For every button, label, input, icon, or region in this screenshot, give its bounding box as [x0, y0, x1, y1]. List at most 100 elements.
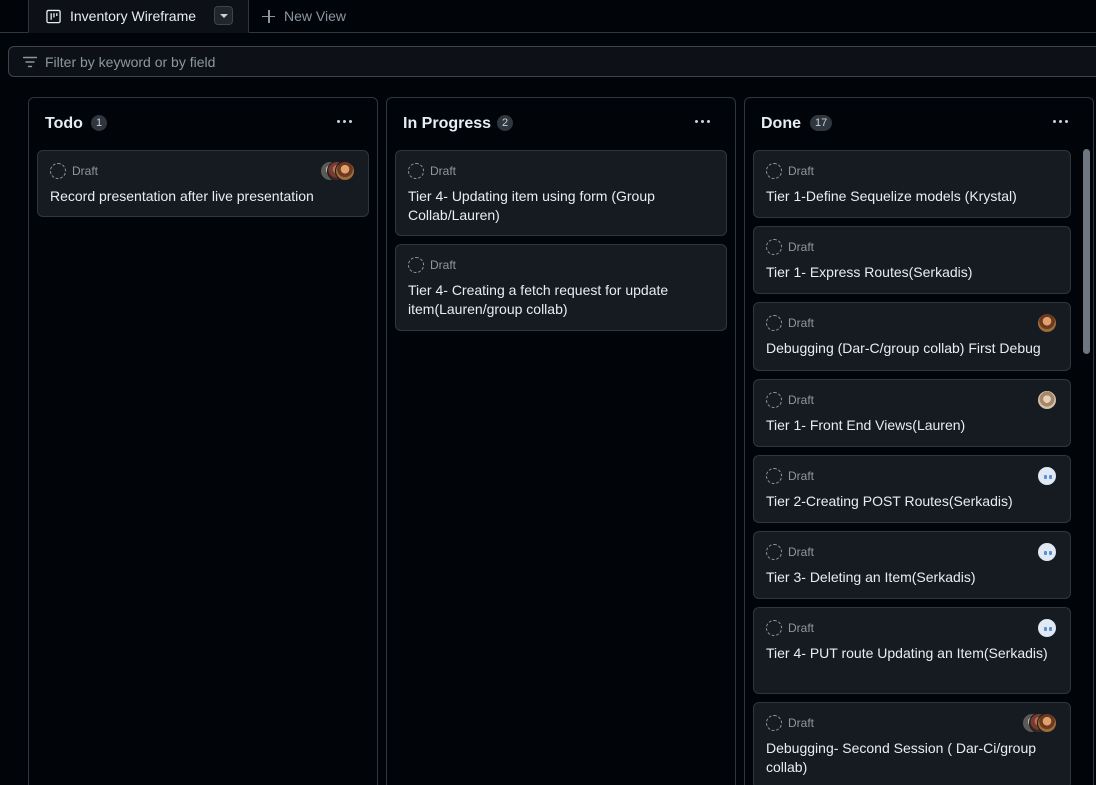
card-item[interactable]: Draft Tier 3- Deleting an Item(Serkadis)	[753, 531, 1071, 599]
identicon-avatar[interactable]	[1037, 618, 1057, 638]
dot	[700, 119, 704, 123]
dot	[1058, 119, 1062, 123]
new-view-label: New View	[284, 8, 346, 24]
draft-status: Draft	[766, 544, 814, 560]
card-title[interactable]: Tier 1- Express Routes(Serkadis)	[766, 263, 1058, 282]
draft-icon	[766, 315, 782, 331]
draft-label: Draft	[788, 716, 815, 730]
draft-icon	[408, 257, 424, 273]
draft-icon	[766, 544, 782, 560]
draft-status: Draft	[50, 163, 98, 179]
column-header: Done 17	[745, 98, 1093, 148]
filter-icon	[23, 56, 37, 68]
card-title[interactable]: Tier 1- Front End Views(Lauren)	[766, 416, 1058, 435]
dot	[342, 119, 346, 123]
card-title[interactable]: Tier 1-Define Sequelize models (Krystal)	[766, 187, 1058, 206]
card-title[interactable]: Debugging (Dar-C/group collab) First Deb…	[766, 339, 1058, 358]
beard-avatar[interactable]	[1037, 313, 1057, 333]
draft-status: Draft	[766, 315, 814, 331]
woman-avatar[interactable]	[1037, 390, 1057, 410]
card-item[interactable]: Draft Tier 1- Express Routes(Serkadis)	[753, 226, 1071, 294]
dot	[694, 119, 698, 123]
column-todo: Todo 1 Draft Record presentation after l…	[28, 97, 378, 785]
draft-status: Draft	[766, 468, 814, 484]
draft-label: Draft	[788, 393, 815, 407]
card-item[interactable]: Draft Tier 1- Front End Views(Lauren)	[753, 379, 1071, 447]
draft-icon	[766, 468, 782, 484]
card-item[interactable]: Draft Tier 1-Define Sequelize models (Kr…	[753, 150, 1071, 218]
draft-label: Draft	[430, 258, 457, 272]
card-title[interactable]: Debugging- Second Session ( Dar-Ci/group…	[766, 739, 1058, 776]
card-title[interactable]: Tier 4- PUT route Updating an Item(Serka…	[766, 644, 1058, 663]
filter-bar	[8, 46, 1096, 77]
beard-avatar[interactable]	[335, 161, 355, 181]
column-header: Todo 1	[29, 98, 377, 148]
column-count-badge: 2	[497, 115, 514, 131]
card-item[interactable]: Draft Tier 2-Creating POST Routes(Serkad…	[753, 455, 1071, 523]
draft-icon	[766, 392, 782, 408]
draft-status: Draft	[408, 257, 456, 273]
beard-avatar[interactable]	[1037, 713, 1057, 733]
tab-inventory-wireframe[interactable]: Inventory Wireframe	[28, 0, 249, 33]
identicon-avatar[interactable]	[1037, 466, 1057, 486]
column-title: Todo	[45, 115, 83, 132]
column-count-badge: 17	[810, 115, 833, 131]
draft-icon	[766, 620, 782, 636]
view-tab-bar: Inventory Wireframe New View	[0, 0, 1096, 33]
draft-icon	[766, 715, 782, 731]
plus-icon	[262, 9, 275, 23]
draft-status: Draft	[766, 715, 814, 731]
tab-label: Inventory Wireframe	[70, 8, 197, 24]
card-item[interactable]: Draft Debugging (Dar-C/group collab) Fir…	[753, 302, 1071, 371]
draft-label: Draft	[788, 621, 815, 635]
view-options-button[interactable]	[214, 6, 233, 25]
draft-label: Draft	[788, 316, 815, 330]
column-more-button[interactable]	[331, 112, 357, 130]
column-more-button[interactable]	[689, 112, 715, 130]
draft-label: Draft	[788, 545, 815, 559]
card-title[interactable]: Record presentation after live presentat…	[50, 187, 356, 206]
draft-icon	[50, 163, 66, 179]
draft-icon	[766, 163, 782, 179]
board-icon	[46, 9, 61, 24]
dot	[706, 119, 710, 123]
column-header: In Progress 2	[387, 98, 735, 148]
chevron-down-icon	[220, 14, 228, 18]
draft-status: Draft	[766, 163, 814, 179]
draft-status: Draft	[766, 392, 814, 408]
column-count-badge: 1	[91, 115, 108, 131]
card-item[interactable]: Draft Tier 4- Updating item using form (…	[395, 150, 727, 236]
scrollbar-thumb[interactable]	[1083, 149, 1090, 354]
column-title: In Progress	[403, 115, 492, 132]
dot	[348, 119, 352, 123]
new-view-button[interactable]: New View	[262, 7, 346, 25]
card-title[interactable]: Tier 2-Creating POST Routes(Serkadis)	[766, 492, 1058, 511]
card-title[interactable]: Tier 3- Deleting an Item(Serkadis)	[766, 568, 1058, 587]
column-scrollbar[interactable]	[1082, 146, 1091, 776]
dot	[1064, 119, 1068, 123]
card-item[interactable]: Draft Record presentation after live pre…	[37, 150, 369, 217]
draft-label: Draft	[72, 164, 99, 178]
dot	[1052, 119, 1056, 123]
draft-icon	[408, 163, 424, 179]
card-title[interactable]: Tier 4- Updating item using form (Group …	[408, 187, 714, 224]
filter-input[interactable]	[45, 51, 645, 73]
draft-label: Draft	[788, 240, 815, 254]
card-item[interactable]: Draft Debugging- Second Session ( Dar-Ci…	[753, 702, 1071, 785]
dot	[336, 119, 340, 123]
identicon-avatar[interactable]	[1037, 542, 1057, 562]
card-title[interactable]: Tier 4- Creating a fetch request for upd…	[408, 281, 714, 318]
card-item[interactable]: Draft Tier 4- PUT route Updating an Item…	[753, 607, 1071, 694]
card-item[interactable]: Draft Tier 4- Creating a fetch request f…	[395, 244, 727, 331]
column-more-button[interactable]	[1047, 112, 1073, 130]
draft-icon	[766, 239, 782, 255]
draft-label: Draft	[788, 469, 815, 483]
draft-label: Draft	[788, 164, 815, 178]
draft-status: Draft	[408, 163, 456, 179]
draft-label: Draft	[430, 164, 457, 178]
column-in-progress: In Progress 2 Draft Tier 4- Updating ite…	[386, 97, 736, 785]
draft-status: Draft	[766, 239, 814, 255]
draft-status: Draft	[766, 620, 814, 636]
column-title: Done	[761, 115, 801, 132]
column-done: Done 17 Draft Tier 1-Define Sequelize mo…	[744, 97, 1094, 785]
